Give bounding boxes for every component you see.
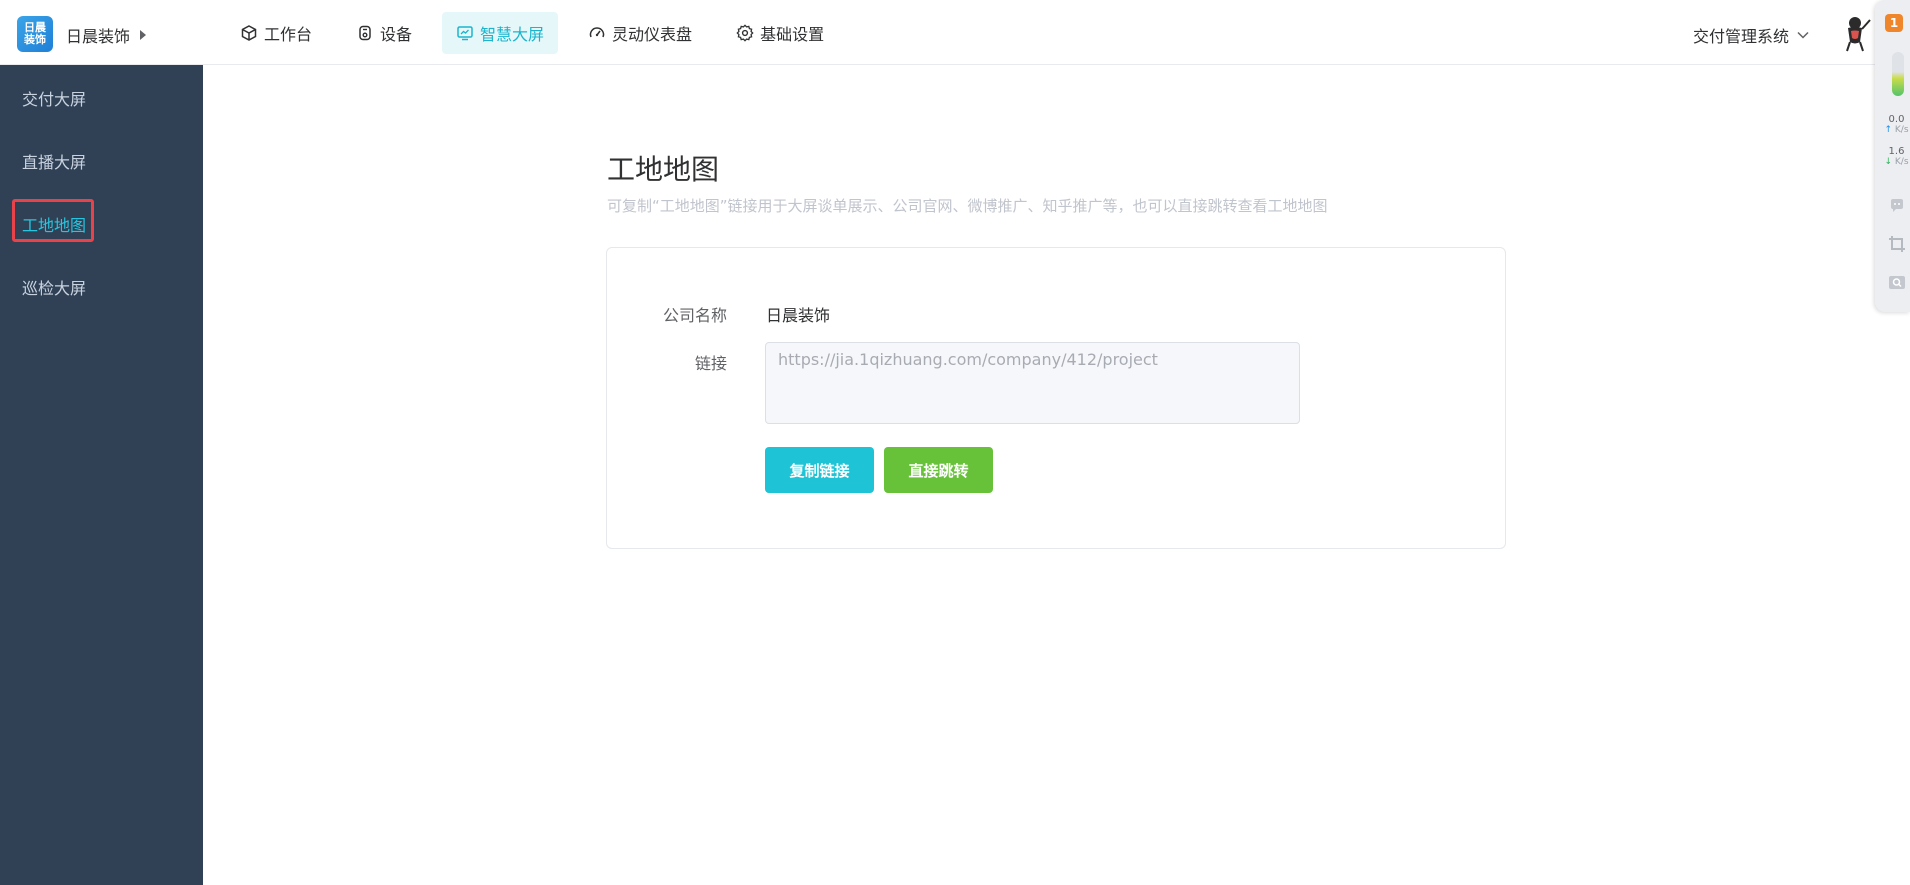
nav-label: 灵动仪表盘: [612, 25, 693, 44]
dashboard-icon: [589, 27, 605, 38]
top-header: 日晨 装饰 日晨装饰 工作台 设备 智慧大屏 灵动仪表盘 基础设置 交付管理系统: [0, 0, 1910, 65]
nav-settings[interactable]: 基础设置: [722, 12, 838, 54]
chat-icon[interactable]: [1888, 197, 1906, 215]
sidebar: 交付大屏 直播大屏 工地地图 巡检大屏: [0, 65, 203, 885]
upload-speed: 0.0 ↑ K/s: [1884, 114, 1909, 135]
main-nav: 工作台 设备 智慧大屏 灵动仪表盘 基础设置: [226, 12, 854, 54]
copy-link-button[interactable]: 复制链接: [765, 447, 874, 493]
company-name-value: 日晨装饰: [766, 306, 831, 325]
company-name-label: 公司名称: [662, 306, 727, 325]
gear-icon: [736, 24, 754, 42]
sidebar-item-label: 交付大屏: [22, 90, 87, 109]
cube-icon: [241, 25, 257, 41]
link-label: 链接: [694, 354, 727, 373]
highlight-box: [12, 199, 94, 242]
nav-dashboard[interactable]: 灵动仪表盘: [574, 12, 706, 54]
sidebar-item-inspection-screen[interactable]: 巡检大屏: [22, 275, 86, 299]
sidebar-item-label: 直播大屏: [22, 153, 87, 172]
chevron-down-icon: [1797, 31, 1809, 39]
jump-label: 直接跳转: [908, 461, 969, 480]
page-title: 工地地图: [607, 153, 720, 186]
floating-widget[interactable]: 1 0.0 ↑ K/s 1.6 ↓ K/s: [1875, 0, 1910, 312]
page-description: 可复制“工地地图”链接用于大屏谈单展示、公司官网、微博推广、知乎推广等，也可以直…: [607, 197, 1328, 215]
nav-label: 智慧大屏: [480, 25, 545, 44]
system-switcher[interactable]: 交付管理系统: [1693, 23, 1809, 47]
logo-text: 日晨 装饰: [24, 21, 46, 46]
sidebar-item-delivery-screen[interactable]: 交付大屏: [22, 86, 86, 110]
company-logo[interactable]: 日晨 装饰: [17, 16, 53, 52]
download-speed-value: 1.6: [1888, 146, 1905, 157]
jump-button[interactable]: 直接跳转: [884, 447, 993, 493]
link-field[interactable]: https://jia.1qizhuang.com/company/412/pr…: [765, 342, 1300, 424]
sidebar-item-label: 巡检大屏: [22, 279, 87, 298]
caret-right-icon: [140, 30, 147, 40]
notification-badge: 1: [1885, 14, 1903, 32]
copy-link-label: 复制链接: [789, 461, 850, 480]
nav-label: 设备: [380, 25, 413, 44]
upload-speed-value: 0.0: [1888, 114, 1905, 125]
company-switcher[interactable]: 日晨装饰: [66, 23, 147, 47]
device-icon: [359, 25, 371, 41]
sidebar-item-live-screen[interactable]: 直播大屏: [22, 149, 86, 173]
nav-device[interactable]: 设备: [342, 12, 426, 54]
monitor-icon: [457, 26, 473, 41]
nav-label: 基础设置: [760, 25, 825, 44]
download-speed: 1.6 ↓ K/s: [1884, 146, 1909, 167]
crop-icon[interactable]: [1888, 235, 1906, 253]
system-name: 交付管理系统: [1693, 27, 1790, 46]
search-icon[interactable]: [1888, 274, 1906, 292]
link-value: https://jia.1qizhuang.com/company/412/pr…: [778, 350, 1158, 369]
download-speed-unit: K/s: [1894, 157, 1909, 167]
nav-label: 工作台: [264, 25, 313, 44]
upload-speed-unit: K/s: [1894, 125, 1909, 135]
avatar[interactable]: [1838, 14, 1872, 52]
nav-smart-screen[interactable]: 智慧大屏: [442, 12, 559, 54]
nav-workbench[interactable]: 工作台: [226, 12, 326, 54]
company-name: 日晨装饰: [66, 27, 131, 46]
memory-bar: [1892, 52, 1904, 96]
